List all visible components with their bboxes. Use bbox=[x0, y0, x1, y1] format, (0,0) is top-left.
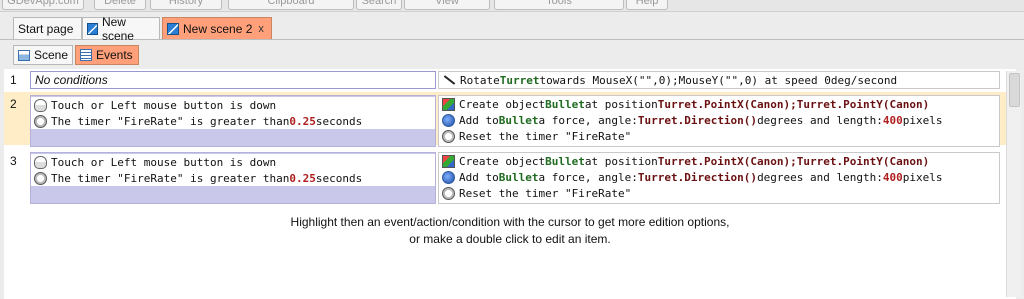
rotate-arrow-icon bbox=[442, 74, 456, 86]
no-conditions-placeholder: No conditions bbox=[31, 72, 435, 88]
action-line[interactable]: Add to Bullet a force, angle: Turret.Dir… bbox=[439, 169, 999, 185]
hint-text-line-2: or make a double click to edit an item. bbox=[409, 232, 611, 246]
condition-line[interactable]: The timer "FireRate" is greater than 0.2… bbox=[31, 170, 435, 186]
timer-icon bbox=[442, 186, 455, 200]
scene-clapper-icon bbox=[87, 22, 98, 35]
mouse-icon bbox=[34, 155, 47, 169]
conditions-box[interactable]: Touch or Left mouse button is down The t… bbox=[30, 95, 436, 147]
event-number: 1 bbox=[10, 73, 17, 87]
event-row-1[interactable]: 1 No conditions Rotate Turret towards Mo… bbox=[4, 71, 1004, 89]
ribbon-delete-button[interactable]: Delete bbox=[94, 0, 146, 10]
action-line[interactable]: Create object Bullet at position Turret.… bbox=[439, 153, 999, 169]
conditions-box[interactable]: Touch or Left mouse button is down The t… bbox=[30, 152, 436, 204]
event-number: 2 bbox=[10, 97, 17, 111]
hint-text-line-1: Highlight then an event/action/condition… bbox=[290, 215, 730, 229]
editor-sub-tab-bar: Scene Events bbox=[0, 40, 1024, 68]
actions-box[interactable]: Create object Bullet at position Turret.… bbox=[438, 152, 1000, 204]
actions-box[interactable]: Rotate Turret towards MouseX("",0);Mouse… bbox=[438, 71, 1000, 89]
event-row-2[interactable]: 2 Touch or Left mouse button is down The… bbox=[4, 95, 1004, 147]
ribbon-view-button[interactable]: View bbox=[404, 0, 490, 10]
scene-icon bbox=[18, 49, 30, 61]
tab-label: Scene bbox=[33, 48, 68, 62]
ribbon-help-button[interactable]: Help bbox=[626, 0, 668, 10]
events-list-icon bbox=[80, 49, 92, 61]
create-object-icon bbox=[442, 97, 455, 111]
timer-icon bbox=[34, 114, 47, 128]
object-name: Turret bbox=[499, 73, 540, 87]
scrollbar-thumb[interactable] bbox=[1009, 73, 1020, 107]
ribbon-history-button[interactable]: History bbox=[150, 0, 222, 10]
condition-line[interactable]: The timer "FireRate" is greater than 0.2… bbox=[31, 113, 435, 129]
force-globe-icon bbox=[442, 113, 455, 127]
scene-clapper-icon bbox=[167, 22, 179, 35]
action-line[interactable]: Reset the timer "FireRate" bbox=[439, 128, 999, 144]
tab-label: Start page bbox=[18, 21, 74, 36]
condition-line[interactable]: Touch or Left mouse button is down bbox=[31, 97, 435, 113]
timer-icon bbox=[442, 129, 455, 143]
event-number: 3 bbox=[10, 154, 17, 168]
tab-label: New scene bbox=[101, 14, 134, 43]
tab-events[interactable]: Events bbox=[75, 45, 139, 65]
force-globe-icon bbox=[442, 170, 455, 184]
action-line[interactable]: Rotate Turret towards MouseX("",0);Mouse… bbox=[439, 72, 999, 88]
ribbon-strip: GDevApp.com Delete History Clipboard Sea… bbox=[0, 0, 1024, 12]
create-object-icon bbox=[442, 154, 455, 168]
action-line[interactable]: Add to Bullet a force, angle: Turret.Dir… bbox=[439, 112, 999, 128]
document-tab-bar: Start page New scene New scene 2 x bbox=[0, 12, 1024, 43]
actions-box[interactable]: Create object Bullet at position Turret.… bbox=[438, 95, 1000, 147]
tab-start-page[interactable]: Start page bbox=[13, 17, 82, 39]
ribbon-search-button[interactable]: Search bbox=[356, 0, 402, 10]
tab-label: Events bbox=[96, 48, 133, 62]
condition-line[interactable]: Touch or Left mouse button is down bbox=[31, 154, 435, 170]
mouse-icon bbox=[34, 98, 47, 112]
timer-icon bbox=[34, 171, 47, 185]
tab-scene[interactable]: Scene bbox=[13, 45, 73, 65]
ribbon-gdevapp-button[interactable]: GDevApp.com bbox=[2, 0, 84, 10]
ribbon-clipboard-button[interactable]: Clipboard bbox=[228, 0, 354, 10]
conditions-box[interactable]: No conditions bbox=[30, 71, 436, 89]
action-line[interactable]: Create object Bullet at position Turret.… bbox=[439, 96, 999, 112]
action-line[interactable]: Reset the timer "FireRate" bbox=[439, 185, 999, 201]
tab-label: New scene 2 bbox=[183, 21, 253, 36]
event-row-3[interactable]: 3 Touch or Left mouse button is down The… bbox=[4, 152, 1004, 204]
close-tab-icon[interactable]: x bbox=[258, 23, 264, 35]
tab-new-scene-2[interactable]: New scene 2 x bbox=[162, 17, 272, 39]
vertical-scrollbar[interactable] bbox=[1006, 71, 1021, 297]
tab-new-scene[interactable]: New scene bbox=[82, 15, 160, 43]
ribbon-tools-button[interactable]: Tools bbox=[494, 0, 624, 10]
